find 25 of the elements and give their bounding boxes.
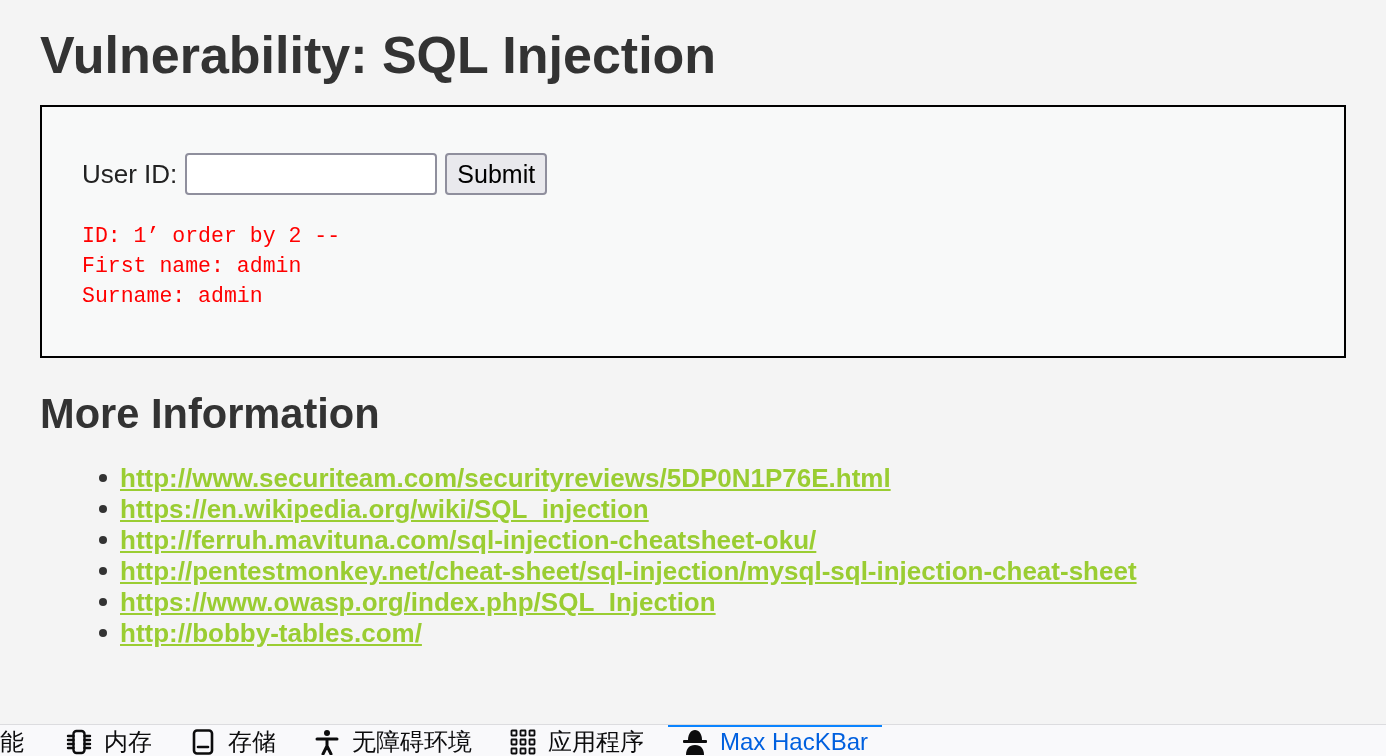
grid-icon xyxy=(510,729,536,755)
hooded-figure-icon xyxy=(682,729,708,755)
bullet-icon xyxy=(99,566,107,575)
page-title: Vulnerability: SQL Injection xyxy=(40,25,718,85)
bullet-icon xyxy=(99,628,107,637)
bullet-icon xyxy=(99,504,107,513)
user-id-input[interactable] xyxy=(185,153,438,195)
devtools-tab[interactable]: 能 xyxy=(0,725,42,756)
bullet-icon xyxy=(99,597,107,606)
user-id-label: User ID: xyxy=(82,158,178,190)
devtools-tab[interactable]: 内存 xyxy=(52,725,166,756)
person-icon xyxy=(314,729,340,755)
devtools-tab[interactable]: 存储 xyxy=(176,725,290,756)
devtools-tab[interactable]: 无障碍环境 xyxy=(300,725,486,756)
hard-drive-icon xyxy=(190,729,216,755)
submit-button[interactable]: Submit xyxy=(445,153,548,195)
devtools-tab[interactable]: 应用程序 xyxy=(496,725,658,756)
bullet-icon xyxy=(99,535,107,544)
bullet-icon xyxy=(99,473,107,482)
result-line: ID: 1’ order by 2 -- xyxy=(82,223,342,250)
chip-icon xyxy=(66,729,92,755)
result-line: First name: admin xyxy=(82,253,303,280)
section-heading: More Information xyxy=(40,390,381,438)
result-line: Surname: admin xyxy=(82,283,264,310)
devtools-tab[interactable]: Max HacKBar xyxy=(668,725,883,756)
